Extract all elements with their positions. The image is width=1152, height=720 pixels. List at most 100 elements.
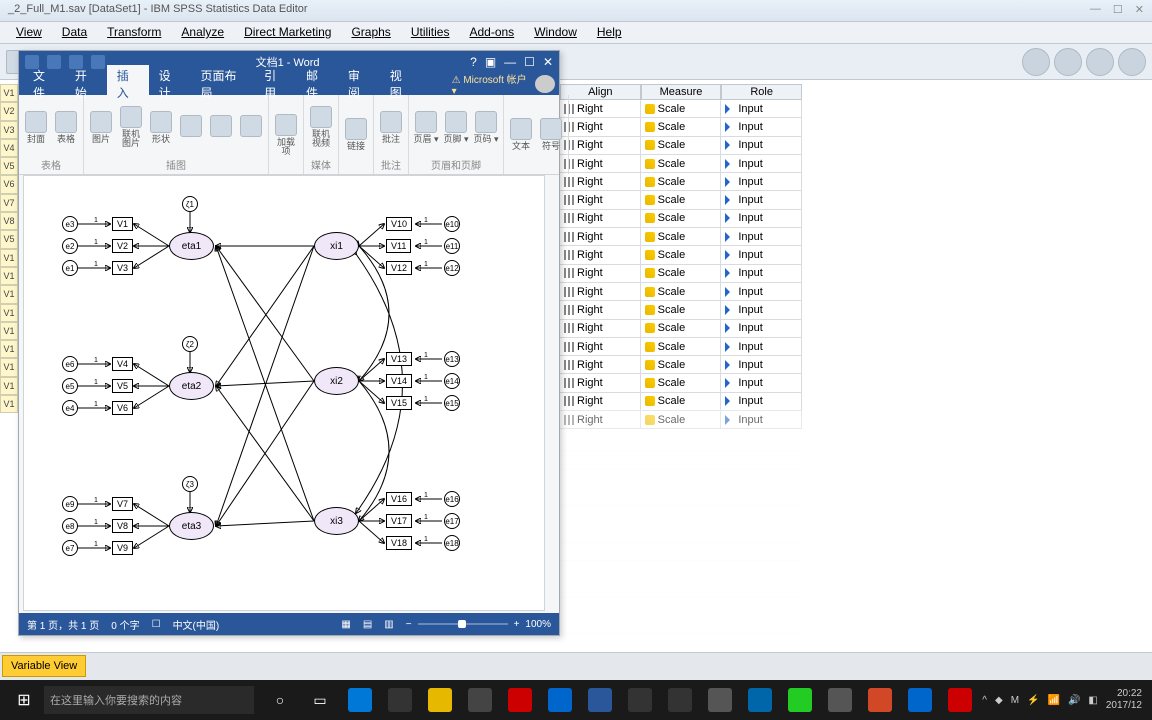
- edge-icon[interactable]: [340, 680, 380, 720]
- row-header[interactable]: V1: [0, 304, 18, 322]
- menu-analyze[interactable]: Analyze: [171, 22, 234, 43]
- close-icon[interactable]: ✕: [543, 55, 553, 69]
- app-icon[interactable]: [740, 680, 780, 720]
- ribbon-button[interactable]: 图片: [88, 106, 114, 148]
- grid-row[interactable]: Right Scale Input: [560, 118, 802, 136]
- volume-icon[interactable]: 🔊: [1068, 695, 1080, 706]
- row-header[interactable]: V2: [0, 102, 18, 120]
- menu-view[interactable]: View: [6, 22, 52, 43]
- taskview-icon[interactable]: ▭: [300, 680, 340, 720]
- system-tray[interactable]: ^ ◆ M ⚡ 📶 🔊 ◧ 20:22 2017/12: [982, 688, 1148, 712]
- col-measure[interactable]: Measure: [641, 84, 722, 100]
- acrobat-icon[interactable]: [500, 680, 540, 720]
- ribbon-button[interactable]: 符号: [538, 114, 564, 156]
- grid-row[interactable]: Right Scale Input: [560, 246, 802, 264]
- maximize-icon[interactable]: ☐: [1113, 3, 1123, 16]
- network-icon[interactable]: 📶: [1047, 695, 1059, 706]
- language-indicator[interactable]: 中文(中国): [173, 617, 220, 632]
- menu-add-ons[interactable]: Add-ons: [459, 22, 524, 43]
- zoom-level[interactable]: 100%: [525, 619, 551, 630]
- tray-icon[interactable]: ◆: [995, 695, 1003, 706]
- app-icon[interactable]: [700, 680, 740, 720]
- app-icon[interactable]: [620, 680, 660, 720]
- toolbar-icon[interactable]: [1022, 48, 1050, 76]
- menu-direct-marketing[interactable]: Direct Marketing: [234, 22, 341, 43]
- row-header[interactable]: V1: [0, 322, 18, 340]
- wechat-icon[interactable]: [780, 680, 820, 720]
- zoom-slider[interactable]: [418, 623, 508, 625]
- ribbon-button[interactable]: 批注: [378, 106, 404, 148]
- row-header[interactable]: V1: [0, 285, 18, 303]
- spss-taskbar-icon[interactable]: [940, 680, 980, 720]
- menu-help[interactable]: Help: [587, 22, 632, 43]
- row-header[interactable]: V5: [0, 230, 18, 248]
- menu-transform[interactable]: Transform: [97, 22, 171, 43]
- explorer-icon[interactable]: [420, 680, 460, 720]
- ribbon-button[interactable]: [238, 106, 264, 148]
- grid-row[interactable]: Right Scale Input: [560, 210, 802, 228]
- ribbon-button[interactable]: 联机视频: [308, 106, 334, 148]
- grid-row[interactable]: Right Scale Input: [560, 100, 802, 118]
- start-button[interactable]: ⊞: [4, 680, 44, 720]
- menu-utilities[interactable]: Utilities: [401, 22, 460, 43]
- zoom-out-icon[interactable]: −: [406, 619, 412, 630]
- ribbon-button[interactable]: 形状: [148, 106, 174, 148]
- word-document-area[interactable]: 111111111111111111 eta1ζ1xi1V1e3V2e2V3e1…: [23, 175, 545, 611]
- ribbon-button[interactable]: [178, 106, 204, 148]
- taskbar-clock[interactable]: 20:22 2017/12: [1106, 688, 1142, 712]
- row-header[interactable]: V7: [0, 194, 18, 212]
- ribbon-button[interactable]: 表格: [53, 106, 79, 148]
- view-icon[interactable]: ▤: [363, 619, 372, 630]
- tab-variable-view[interactable]: Variable View: [2, 655, 86, 677]
- grid-row[interactable]: Right Scale Input: [560, 173, 802, 191]
- help-icon[interactable]: ?: [470, 55, 477, 69]
- ribbon-button[interactable]: 链接: [343, 114, 369, 156]
- ribbon-opts-icon[interactable]: ▣: [485, 55, 496, 69]
- col-role[interactable]: Role: [721, 84, 802, 100]
- close-icon[interactable]: ✕: [1135, 3, 1144, 16]
- grid-row[interactable]: Right Scale Input: [560, 191, 802, 209]
- row-header[interactable]: V1: [0, 395, 18, 413]
- row-header[interactable]: V4: [0, 139, 18, 157]
- col-align[interactable]: Align: [560, 84, 641, 100]
- ribbon-button[interactable]: [208, 106, 234, 148]
- row-header[interactable]: V5: [0, 157, 18, 175]
- menu-window[interactable]: Window: [524, 22, 587, 43]
- app-icon[interactable]: [540, 680, 580, 720]
- page-indicator[interactable]: 第 1 页，共 1 页: [27, 617, 99, 632]
- zoom-in-icon[interactable]: +: [514, 619, 520, 630]
- grid-row[interactable]: Right Scale Input: [560, 320, 802, 338]
- maximize-icon[interactable]: ☐: [524, 55, 535, 69]
- avatar-icon[interactable]: [535, 75, 555, 93]
- grid-row[interactable]: Right Scale Input: [560, 228, 802, 246]
- row-header[interactable]: V1: [0, 377, 18, 395]
- cortana-icon[interactable]: ○: [260, 680, 300, 720]
- ribbon-button[interactable]: 加载项: [273, 114, 299, 156]
- app-icon[interactable]: [820, 680, 860, 720]
- ribbon-button[interactable]: 页码 ▾: [473, 106, 499, 148]
- grid-row[interactable]: Right Scale Input: [560, 393, 802, 411]
- row-header[interactable]: V3: [0, 121, 18, 139]
- toolbar-icon[interactable]: [1086, 48, 1114, 76]
- grid-row[interactable]: Right Scale Input: [560, 374, 802, 392]
- ribbon-button[interactable]: 联机图片: [118, 106, 144, 148]
- grid-row[interactable]: Right Scale Input: [560, 338, 802, 356]
- view-icon[interactable]: ▦: [341, 619, 350, 630]
- grid-row[interactable]: Right Scale Input: [560, 137, 802, 155]
- word-count[interactable]: 0 个字: [111, 617, 139, 632]
- row-header[interactable]: V1: [0, 84, 18, 102]
- word-taskbar-icon[interactable]: [580, 680, 620, 720]
- ime-icon[interactable]: M: [1011, 695, 1019, 706]
- row-header[interactable]: V1: [0, 249, 18, 267]
- grid-row[interactable]: Right Scale Input: [560, 356, 802, 374]
- grid-row[interactable]: Right Scale Input: [560, 265, 802, 283]
- grid-row[interactable]: Right Scale Input: [560, 155, 802, 173]
- app-icon[interactable]: [900, 680, 940, 720]
- menu-graphs[interactable]: Graphs: [341, 22, 400, 43]
- row-header[interactable]: V1: [0, 267, 18, 285]
- tray-icon[interactable]: ⚡: [1027, 695, 1039, 706]
- ribbon-button[interactable]: 封面: [23, 106, 49, 148]
- ribbon-button[interactable]: 文本: [508, 114, 534, 156]
- app-icon[interactable]: [660, 680, 700, 720]
- row-header[interactable]: V8: [0, 212, 18, 230]
